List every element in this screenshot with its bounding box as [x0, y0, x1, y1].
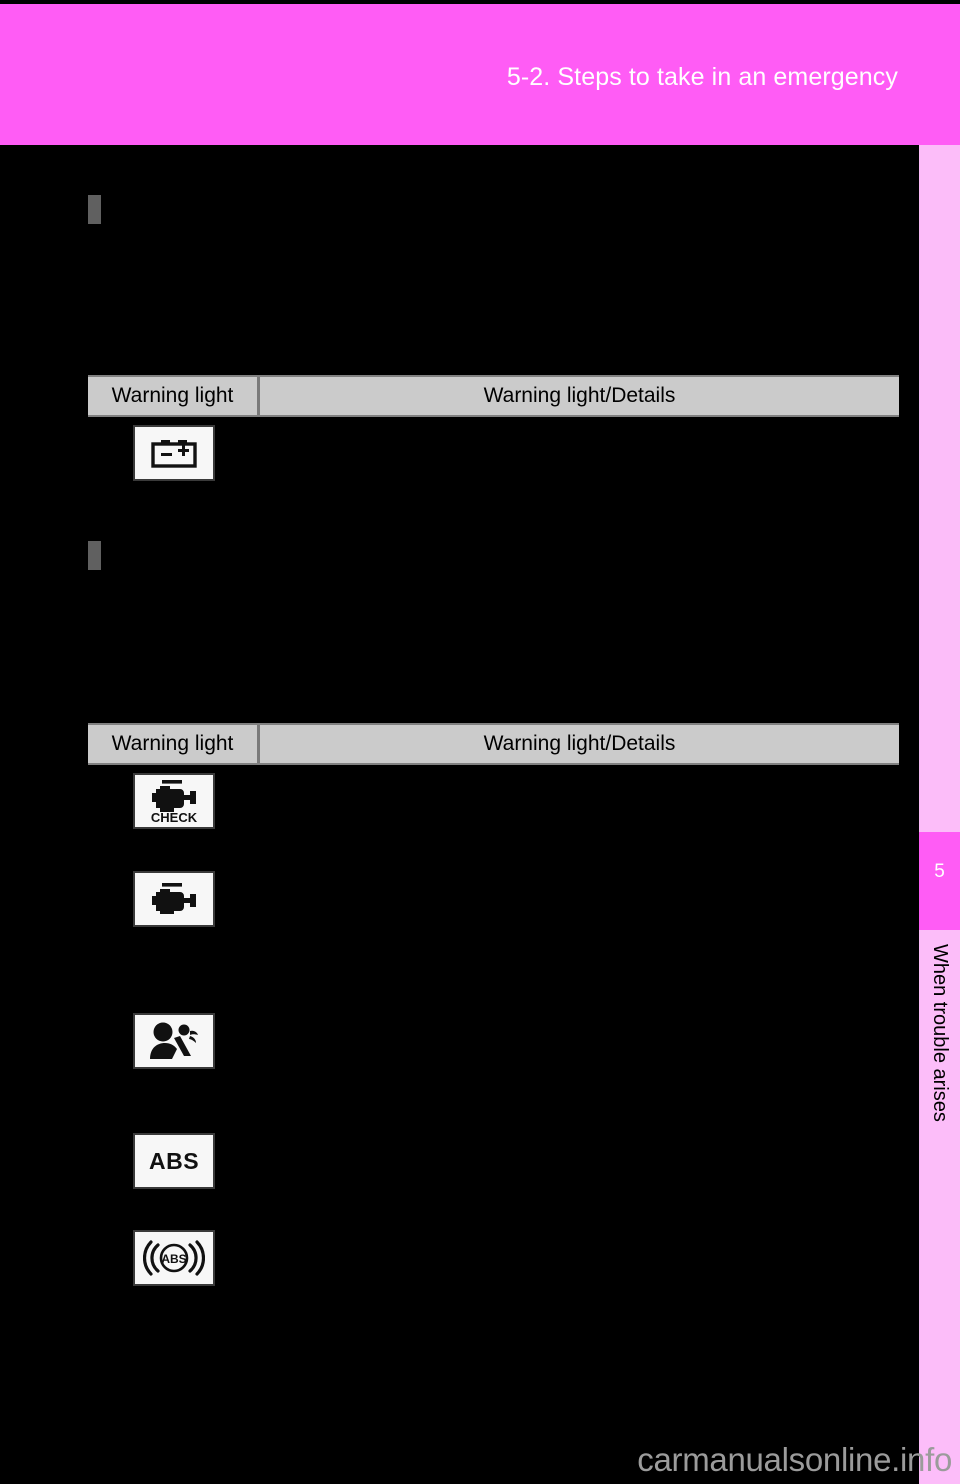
details-cell	[260, 765, 899, 863]
column-header-warning-light-details: Warning light/Details	[260, 377, 899, 415]
details-cell	[260, 863, 899, 1005]
srs-airbag-warning-icon	[133, 1013, 215, 1069]
details-cell	[260, 417, 899, 537]
section-marker-1	[88, 195, 101, 224]
table-body	[88, 417, 899, 537]
icon-cell	[88, 863, 260, 1005]
abs-warning-icon: ABS	[133, 1133, 215, 1189]
abs-bracket-label: ABS	[161, 1252, 186, 1266]
section-marker-2	[88, 541, 101, 570]
table-header-row: Warning light Warning light/Details	[88, 723, 899, 765]
brake-assist-abs-warning-icon: ABS	[133, 1230, 215, 1286]
chapter-number: 5	[919, 862, 960, 881]
manual-page: 5-2. Steps to take in an emergency 5 Whe…	[0, 0, 960, 1484]
chapter-label: When trouble arises	[919, 940, 960, 1360]
engine-malfunction-icon	[133, 871, 215, 927]
icon-cell: CHECK	[88, 765, 260, 863]
chapter-label-text: When trouble arises	[919, 940, 960, 981]
check-engine-label: CHECK	[151, 810, 198, 824]
table-row	[88, 1005, 899, 1125]
check-engine-malfunction-icon: CHECK	[133, 773, 215, 829]
warning-light-table-1: Warning light Warning light/Details	[88, 375, 899, 537]
icon-cell: ABS	[88, 1125, 260, 1222]
chapter-number-block: 5	[919, 832, 960, 930]
details-cell	[260, 1125, 899, 1222]
column-header-warning-light: Warning light	[88, 725, 260, 763]
page-title: 5-2. Steps to take in an emergency	[507, 62, 898, 92]
table-row: ABS	[88, 1222, 899, 1319]
table-row	[88, 863, 899, 1005]
battery-charge-warning-icon	[133, 425, 215, 481]
icon-cell	[88, 417, 260, 537]
column-header-warning-light-details: Warning light/Details	[260, 725, 899, 763]
page-header-band: 5-2. Steps to take in an emergency	[0, 4, 960, 145]
column-header-warning-light: Warning light	[88, 377, 260, 415]
table-row: ABS	[88, 1125, 899, 1222]
table-row: CHECK	[88, 765, 899, 863]
warning-light-table-2: Warning light Warning light/Details	[88, 723, 899, 1319]
table-row	[88, 417, 899, 537]
icon-cell	[88, 1005, 260, 1125]
abs-label: ABS	[149, 1148, 199, 1175]
details-cell	[260, 1005, 899, 1125]
page-content: Warning light Warning light/Details	[0, 145, 919, 1484]
table-header-row: Warning light Warning light/Details	[88, 375, 899, 417]
chapter-side-tab: 5 When trouble arises	[919, 145, 960, 1484]
table-body: CHECK	[88, 765, 899, 1319]
icon-cell: ABS	[88, 1222, 260, 1319]
details-cell	[260, 1222, 899, 1319]
